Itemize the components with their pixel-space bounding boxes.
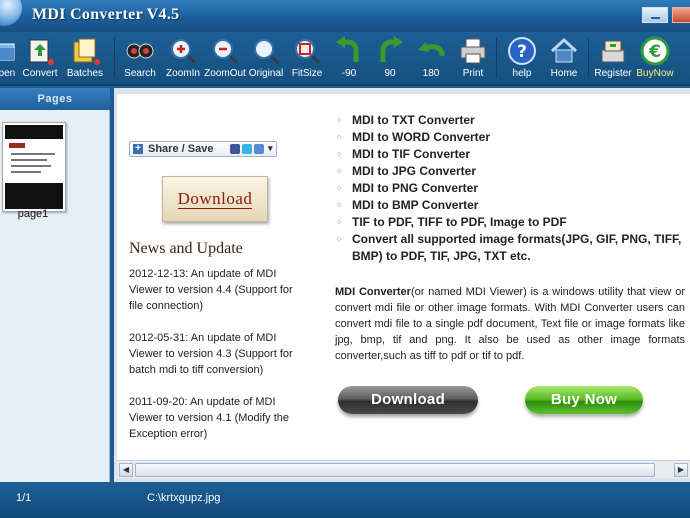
feature-list: MDI to TXT Converter MDI to WORD Convert…: [337, 112, 687, 265]
news-item: 2012-12-13: An update of MDI Viewer to v…: [129, 268, 293, 312]
toolbar-separator: [588, 38, 589, 78]
open-icon: [0, 43, 15, 61]
buy-now-icon: €: [640, 36, 670, 66]
news-list: 2012-12-13: An update of MDI Viewer to v…: [129, 266, 299, 458]
convert-button[interactable]: Convert: [20, 32, 60, 86]
status-bar: 1/1 C:\krtxgupz.jpg: [0, 484, 690, 518]
news-item: 2012-05-31: An update of MDI Viewer to v…: [129, 332, 293, 376]
twitter-icon: [242, 144, 252, 154]
feature-item: MDI to WORD Converter: [337, 129, 687, 146]
thumbnail-line: [11, 159, 47, 161]
zoom-out-button[interactable]: ZoomOut: [204, 32, 246, 86]
home-icon: [550, 37, 578, 63]
email-icon: [254, 144, 264, 154]
help-icon: ?: [508, 37, 536, 65]
zoom-out-icon: [213, 39, 239, 65]
svg-text:€: €: [648, 42, 661, 62]
scroll-left-icon[interactable]: ◀: [119, 463, 133, 477]
open-button[interactable]: Open: [0, 32, 20, 86]
pages-panel: page1: [0, 110, 110, 482]
page-counter: 1/1: [16, 492, 32, 504]
document-page: + Share / Save ▾ Download News and Updat…: [117, 94, 690, 460]
zoom-in-icon: [171, 39, 197, 65]
plus-icon: +: [133, 144, 143, 154]
pages-panel-header: Pages: [0, 88, 110, 110]
facebook-icon: [230, 144, 240, 154]
feature-item: TIF to PDF, TIFF to PDF, Image to PDF: [337, 214, 687, 231]
minimize-button[interactable]: [642, 7, 668, 23]
toolbar-separator: [496, 38, 497, 78]
feature-item: Convert all supported image formats(JPG,…: [337, 231, 687, 265]
original-size-button[interactable]: Original: [246, 32, 286, 86]
thumbnail-block: [5, 183, 63, 209]
description-lead: MDI Converter: [335, 286, 411, 298]
search-icon: [126, 43, 154, 59]
rotate-right-icon: [380, 36, 403, 62]
thumbnail-line: [11, 165, 51, 167]
buy-now-button[interactable]: € BuyNow: [636, 32, 674, 86]
batches-icon: [73, 38, 100, 65]
fit-size-button[interactable]: FitSize: [288, 32, 326, 86]
buy-now-pill-button[interactable]: Buy Now: [525, 386, 643, 414]
home-button[interactable]: Home: [547, 32, 581, 86]
toolbar: Open Convert Batches Search ZoomIn ZoomO…: [0, 32, 690, 86]
rotate-180-icon: [418, 42, 445, 57]
window-title: MDI Converter V4.5: [32, 6, 180, 23]
feature-item: MDI to BMP Converter: [337, 197, 687, 214]
download-banner-button[interactable]: Download: [162, 176, 268, 222]
thumbnail-block: [5, 125, 63, 139]
svg-text:?: ?: [517, 42, 527, 62]
page-thumbnail-label: page1: [17, 208, 49, 220]
feature-item: MDI to PNG Converter: [337, 180, 687, 197]
thumbnail-line: [11, 171, 41, 173]
share-save-label: Share / Save: [148, 143, 214, 155]
feature-item: MDI to TIF Converter: [337, 146, 687, 163]
product-description: MDI Converter(or named MDI Viewer) is a …: [335, 284, 685, 364]
feature-item: MDI to TXT Converter: [337, 112, 687, 129]
batches-button[interactable]: Batches: [64, 32, 106, 86]
register-button[interactable]: Register: [594, 32, 632, 86]
register-icon: [601, 40, 625, 63]
download-banner-label: Download: [177, 189, 253, 209]
chevron-down-icon: ▾: [268, 143, 273, 153]
original-icon: [254, 39, 280, 65]
news-item: 2011-09-20: An update of MDI Viewer to v…: [129, 396, 289, 440]
scrollbar-thumb[interactable]: [135, 463, 655, 477]
rotate-left-icon: [336, 36, 359, 62]
close-button[interactable]: [672, 7, 690, 23]
thumbnail-block: [9, 143, 25, 148]
convert-icon: [29, 39, 54, 65]
share-save-button[interactable]: + Share / Save ▾: [129, 141, 277, 157]
help-button[interactable]: ? help: [505, 32, 539, 86]
news-title: News and Update: [129, 240, 243, 257]
print-icon: [460, 38, 486, 64]
toolbar-separator: [114, 38, 115, 78]
thumbnail-line: [11, 153, 55, 155]
fit-size-icon: [295, 39, 321, 65]
horizontal-scrollbar[interactable]: ◀ ▶: [117, 460, 690, 478]
file-path: C:\krtxgupz.jpg: [147, 492, 221, 504]
scroll-right-icon[interactable]: ▶: [674, 463, 688, 477]
search-button[interactable]: Search: [120, 32, 160, 86]
rotate-180-button[interactable]: 180: [414, 32, 448, 86]
zoom-in-button[interactable]: ZoomIn: [164, 32, 202, 86]
rotate-right-button[interactable]: 90: [373, 32, 407, 86]
page-thumbnail[interactable]: [2, 122, 66, 212]
print-button[interactable]: Print: [456, 32, 490, 86]
feature-item: MDI to JPG Converter: [337, 163, 687, 180]
download-pill-button[interactable]: Download: [338, 386, 478, 414]
title-bar: MDI Converter V4.5: [0, 0, 690, 32]
app-globe-icon: [0, 0, 22, 26]
rotate-left-button[interactable]: -90: [332, 32, 366, 86]
